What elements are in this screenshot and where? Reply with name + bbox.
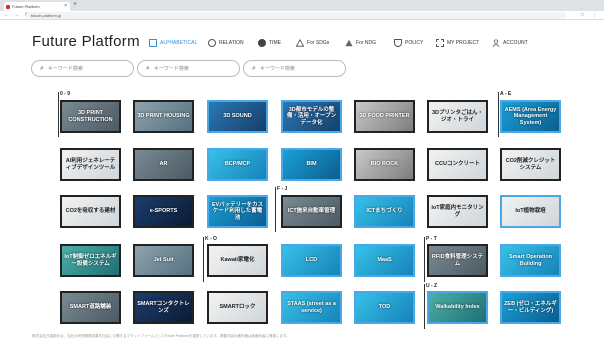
tile-card[interactable]: Kawaii家電化 (207, 244, 268, 277)
menu-label: ALPHABETICAL (160, 40, 198, 46)
menu-label: POLICY (405, 40, 424, 46)
address-bar-row: ← → ⟳ future-platform.jp ☆ ⋮ (0, 11, 604, 20)
menu-label: MY PROJECT (447, 40, 480, 46)
browser-chrome: Future Platform × + ← → ⟳ future-platfor… (0, 0, 604, 20)
search-input-2[interactable]: ⌕ キーワード検索 (137, 60, 240, 77)
tile-card[interactable]: AR (133, 148, 194, 181)
tile-card[interactable]: CO2を吸収する建材 (60, 195, 121, 228)
shield-icon (394, 39, 402, 47)
menu-ndg[interactable]: For NDG (345, 37, 376, 49)
clock-icon (258, 39, 266, 47)
tile-card[interactable]: Walkability Index (427, 291, 488, 324)
menu-label: TIME (269, 40, 281, 46)
search-placeholder: キーワード検索 (153, 66, 189, 72)
favicon-icon (6, 4, 10, 9)
tile-card[interactable]: LCD (281, 244, 342, 277)
tile-card[interactable]: BCP/MCP (207, 148, 268, 181)
menu-time[interactable]: TIME (258, 37, 281, 49)
menu-label: RELATION (219, 40, 244, 46)
tile-card[interactable]: 3D SOUND (207, 100, 268, 133)
search-placeholder: キーワード検索 (47, 66, 83, 72)
tile-card[interactable]: IoT植物栽培 (500, 195, 561, 228)
grid-square-icon (149, 39, 157, 47)
tile-card[interactable]: TOD (354, 291, 415, 324)
tile-card[interactable]: ZEB (ゼロ・エネルギー・ビルディング) (500, 291, 561, 324)
tile-card[interactable]: MaaS (354, 244, 415, 277)
tile-card[interactable]: Smart Operation Building (500, 244, 561, 277)
tile-card[interactable]: AEMS (Area Energy Management System) (500, 100, 561, 133)
group-divider (498, 92, 499, 137)
tile-card[interactable]: IoT制御ゼロエネルギー設備システム (60, 244, 121, 277)
menu-sdgs[interactable]: For SDGs (296, 37, 329, 49)
footer-text: 株式会社日建設計は、当社の研究開発成果を社会に公開するプラットフォームとしてFu… (32, 334, 290, 338)
menu-account[interactable]: ACCOUNT (492, 37, 528, 49)
tile-card[interactable]: BIO ROCK (354, 148, 415, 181)
tile-card[interactable]: EVバッテリーをカスケード利用した蓄電池 (207, 195, 268, 228)
tile-card[interactable]: Jet Suit (133, 244, 194, 277)
group-label-p-t: P - T (426, 236, 437, 242)
tile-card[interactable]: SMART道路舗装 (60, 291, 121, 324)
tile-card[interactable]: 3Dプリンタごはん・ジオ・トライ (427, 100, 488, 133)
group-label-a-e: A - E (500, 91, 512, 97)
search-icon: ⌕ (252, 64, 256, 72)
close-tab-icon[interactable]: × (64, 2, 67, 11)
triangle-icon (296, 39, 304, 47)
tile-card[interactable]: 3D PRINT CONSTRUCTION (60, 100, 121, 133)
tile-card[interactable]: e-SPORTS (133, 195, 194, 228)
url-field[interactable]: future-platform.jp (26, 12, 566, 19)
tile-card[interactable]: IoT家庭内モニタリング (427, 195, 488, 228)
group-divider (424, 237, 425, 282)
tile-card[interactable]: RFID食料管理システム (427, 244, 488, 277)
menu-label: ACCOUNT (503, 40, 528, 46)
tile-card[interactable]: BIM (281, 148, 342, 181)
tile-card[interactable]: ICT施来自動車管理 (281, 195, 342, 228)
browser-tab[interactable]: Future Platform × (4, 2, 70, 11)
group-label-0-9: 0 - 9 (60, 91, 71, 97)
user-icon (492, 39, 500, 47)
tile-card[interactable]: ICTまちづくり (354, 195, 415, 228)
grid-icon (436, 39, 444, 47)
menu-my-project[interactable]: MY PROJECT (436, 37, 479, 49)
tab-title: Future Platform (12, 4, 40, 9)
tile-card[interactable]: 3D PRINT HOUSING (133, 100, 194, 133)
layered-triangle-icon (345, 39, 353, 47)
tile-card[interactable]: SMARTコンタクトレンズ (133, 291, 194, 324)
search-icon: ⌕ (146, 64, 150, 72)
group-divider (58, 92, 59, 137)
group-label-u-z: U - Z (426, 283, 438, 289)
search-input-3[interactable]: ⌕ キーワード検索 (243, 60, 346, 77)
circle-icon (208, 39, 216, 47)
tile-card[interactable]: STAAS (street as a service) (281, 291, 342, 324)
menu-alphabetical[interactable]: ALPHABETICAL (149, 37, 197, 49)
menu-label: For NDG (356, 40, 376, 46)
menu-label: For SDGs (307, 40, 330, 46)
new-tab-icon[interactable]: + (73, 1, 77, 8)
menu-policy[interactable]: POLICY (394, 37, 423, 49)
group-divider (424, 284, 425, 329)
site-logo[interactable]: Future Platform (32, 33, 140, 50)
tile-card[interactable]: AI利用ジェネレーティブデザインツール (60, 148, 121, 181)
group-divider (275, 187, 276, 232)
menu-relation[interactable]: RELATION (208, 37, 244, 49)
group-label-k-o: K - O (205, 236, 217, 242)
group-label-f-j: F - J (277, 186, 288, 192)
search-icon: ⌕ (40, 64, 44, 72)
browser-menu-icons[interactable]: ☆ ⋮ (580, 12, 600, 18)
tile-card[interactable]: CCUコンクリート (427, 148, 488, 181)
tile-card[interactable]: SMARTロック (207, 291, 268, 324)
tile-card[interactable]: 3D都市モデルの整備・活用・オープンデータ化 (281, 100, 342, 133)
tile-card[interactable]: 3D FOOD PRINTER (354, 100, 415, 133)
search-placeholder: キーワード検索 (259, 66, 295, 72)
search-input-1[interactable]: ⌕ キーワード検索 (31, 60, 134, 77)
tile-card[interactable]: CO2削減クレジットシステム (500, 148, 561, 181)
group-divider (203, 237, 204, 282)
